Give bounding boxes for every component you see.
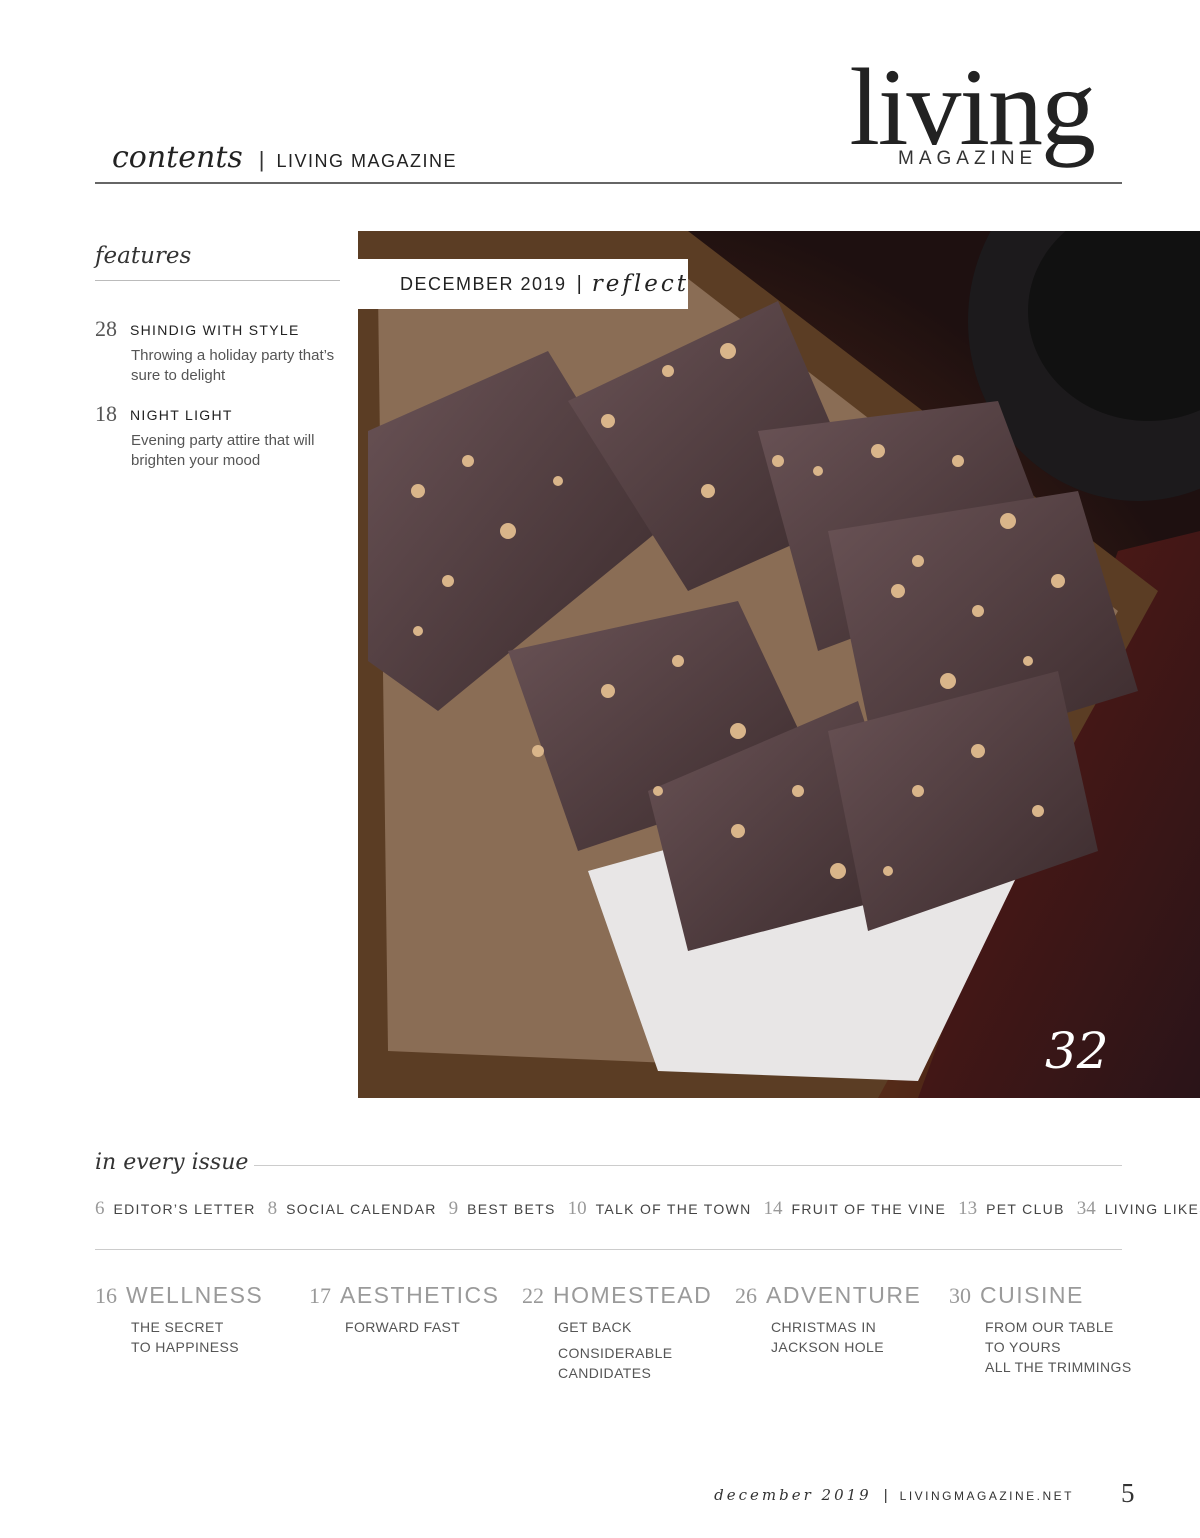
section-article-line: CONSIDERABLE — [558, 1345, 673, 1361]
page-footer: december 2019 | LIVINGMAGAZINE.NET — [714, 1486, 1074, 1504]
living-magazine-logo: living MAGAZINE — [849, 52, 1100, 182]
section-articles: FORWARD FAST — [345, 1317, 519, 1337]
issue-item-label[interactable]: FRUIT OF THE VINE — [792, 1201, 947, 1217]
section-articles: CHRISTMAS IN JACKSON HOLE — [771, 1317, 945, 1357]
in-every-issue-list: 6 EDITOR’S LETTER 8 SOCIAL CALENDAR 9 BEST … — [95, 1198, 1200, 1220]
issue-item[interactable]: 9 BEST BETS — [449, 1198, 556, 1220]
footer-website-link[interactable]: LIVINGMAGAZINE.NET — [900, 1489, 1074, 1503]
section-articles: GET BACK CONSIDERABLE CANDIDATES — [558, 1317, 732, 1383]
issue-item-label[interactable]: EDITOR’S LETTER — [114, 1201, 256, 1217]
footer-separator: | — [883, 1487, 888, 1504]
issue-item-page: 8 — [267, 1198, 278, 1219]
issue-item[interactable]: 10 TALK OF THE TOWN — [568, 1198, 752, 1220]
brand-name: LIVING MAGAZINE — [276, 151, 458, 171]
issue-tag: DECEMBER 2019 | reflect — [358, 259, 688, 309]
header-separator: | — [258, 147, 265, 172]
issue-item-label[interactable]: LIVING LIKES — [1105, 1201, 1200, 1217]
cover-page-number: 32 — [1045, 1022, 1109, 1080]
section-article-line: ALL THE TRIMMINGS — [985, 1359, 1132, 1375]
issue-item-page: 9 — [448, 1198, 459, 1219]
issue-item[interactable]: 34 LIVING LIKES — [1077, 1198, 1200, 1220]
section-title[interactable]: HOMESTEAD — [553, 1282, 712, 1309]
section-page: 16 — [95, 1283, 117, 1308]
feature-title[interactable]: SHINDIG WITH STYLE — [130, 322, 300, 338]
issue-item-label[interactable]: TALK OF THE TOWN — [596, 1201, 752, 1217]
section-article-line: CHRISTMAS IN — [771, 1319, 877, 1335]
section-adventure[interactable]: 26 ADVENTURE CHRISTMAS IN JACKSON HOLE — [735, 1282, 945, 1357]
section-title[interactable]: AESTHETICS — [340, 1282, 499, 1309]
header-divider — [95, 182, 1122, 184]
issue-separator: | — [576, 272, 582, 295]
section-articles: FROM OUR TABLE TO YOURS ALL THE TRIMMING… — [985, 1317, 1159, 1377]
issue-theme: reflect — [591, 271, 689, 297]
section-homestead[interactable]: 22 HOMESTEAD GET BACK CONSIDERABLE CANDID… — [522, 1282, 732, 1383]
section-article-line: GET BACK — [558, 1319, 632, 1335]
issue-date: DECEMBER 2019 — [400, 273, 567, 294]
cover-photo — [358, 231, 1200, 1098]
issue-item[interactable]: 14 FRUIT OF THE VINE — [764, 1198, 947, 1220]
issue-item-label[interactable]: BEST BETS — [467, 1201, 555, 1217]
section-article-line: FORWARD FAST — [345, 1319, 461, 1335]
section-article-line: FROM OUR TABLE — [985, 1319, 1114, 1335]
issue-item[interactable]: 8 SOCIAL CALENDAR — [268, 1198, 437, 1220]
section-article-line: JACKSON HOLE — [771, 1339, 884, 1355]
issue-item-label[interactable]: SOCIAL CALENDAR — [286, 1201, 436, 1217]
issue-item[interactable]: 6 EDITOR’S LETTER — [95, 1198, 256, 1220]
section-page: 22 — [522, 1283, 544, 1308]
feature-item[interactable]: 18 NIGHT LIGHT Evening party attire that… — [95, 401, 345, 481]
section-title[interactable]: WELLNESS — [126, 1282, 263, 1309]
section-page: 26 — [735, 1283, 757, 1308]
section-articles: THE SECRET TO HAPPINESS — [131, 1317, 305, 1357]
issue-item-page: 10 — [567, 1198, 587, 1219]
logo-wordmark: living — [849, 46, 1096, 168]
feature-item[interactable]: 28 SHINDIG WITH STYLE Throwing a holiday… — [95, 316, 345, 396]
logo-subtitle: MAGAZINE — [898, 148, 1038, 169]
section-page: 17 — [309, 1283, 331, 1308]
section-aesthetics[interactable]: 17 AESTHETICS FORWARD FAST — [309, 1282, 519, 1337]
sections-divider — [95, 1249, 1122, 1250]
features-divider — [95, 280, 340, 281]
feature-description: Evening party attire that will brighten … — [131, 432, 315, 469]
page-header: contents | LIVING MAGAZINE — [112, 140, 457, 175]
feature-description: Throwing a holiday party that’s sure to … — [131, 347, 335, 384]
issue-item-page: 13 — [958, 1198, 978, 1219]
contents-heading: contents — [112, 140, 243, 175]
section-title[interactable]: ADVENTURE — [766, 1282, 921, 1309]
issue-item-page: 34 — [1076, 1198, 1096, 1219]
features-heading: features — [95, 243, 192, 269]
feature-page-number: 28 — [95, 316, 117, 341]
feature-title[interactable]: NIGHT LIGHT — [130, 407, 233, 423]
footer-issue-month: december 2019 — [714, 1486, 872, 1504]
feature-page-number: 18 — [95, 401, 117, 426]
section-article-line: TO YOURS — [985, 1339, 1061, 1355]
issue-item-page: 6 — [95, 1198, 105, 1219]
section-title[interactable]: CUISINE — [980, 1282, 1084, 1309]
section-wellness[interactable]: 16 WELLNESS THE SECRET TO HAPPINESS — [95, 1282, 305, 1357]
section-cuisine[interactable]: 30 CUISINE FROM OUR TABLE TO YOURS ALL TH… — [949, 1282, 1159, 1377]
section-article-line: CANDIDATES — [558, 1365, 652, 1381]
in-every-issue-heading: in every issue — [95, 1150, 249, 1175]
footer-page-number: 5 — [1121, 1478, 1135, 1508]
issue-item-page: 14 — [763, 1198, 783, 1219]
issue-item-label[interactable]: PET CLUB — [986, 1201, 1065, 1217]
section-article-line: THE SECRET — [131, 1319, 224, 1335]
section-article-line: TO HAPPINESS — [131, 1339, 240, 1355]
issue-item[interactable]: 13 PET CLUB — [958, 1198, 1065, 1220]
section-page: 30 — [949, 1283, 971, 1308]
in-every-issue-divider — [254, 1165, 1122, 1166]
